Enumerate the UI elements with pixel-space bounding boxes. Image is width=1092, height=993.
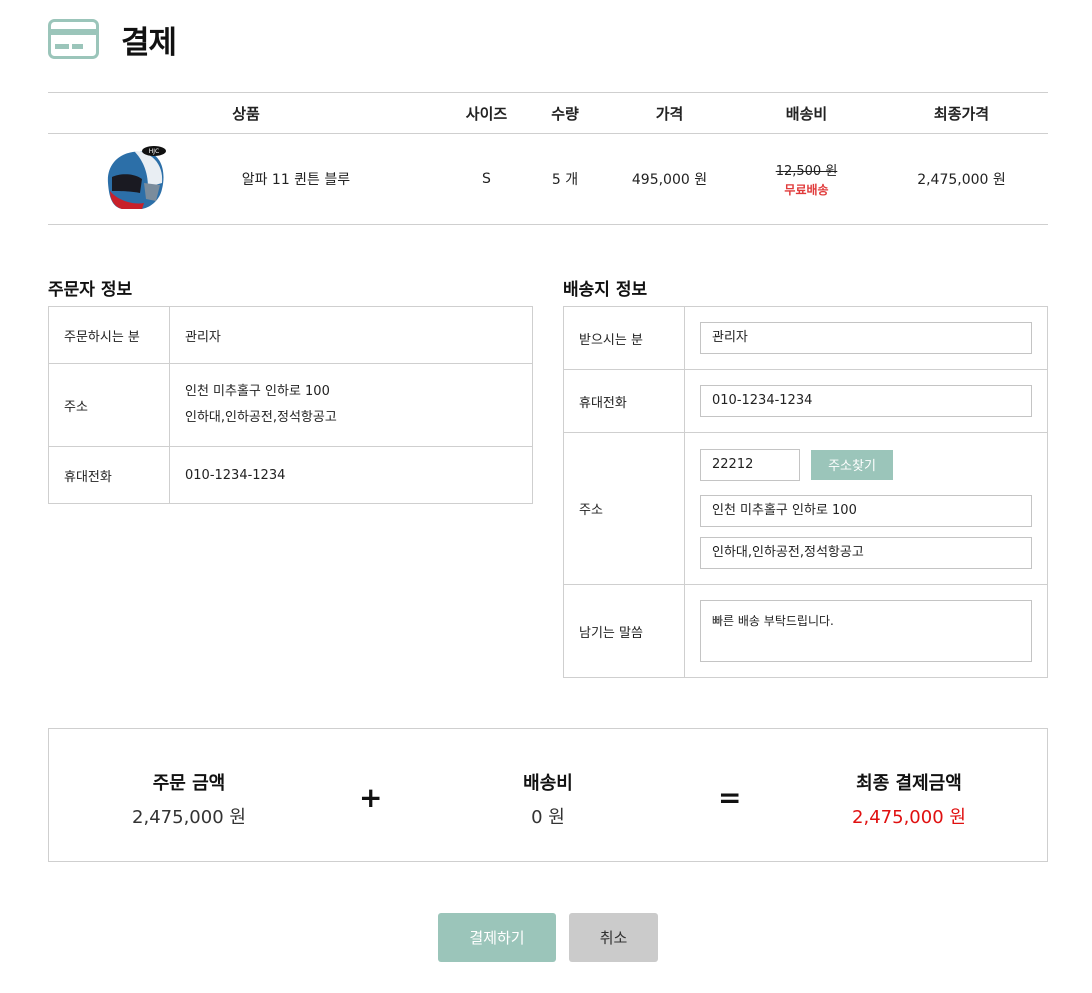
page-header: 결제 <box>48 18 177 61</box>
orderer-name-label: 주문하시는 분 <box>48 306 170 364</box>
shipping-row-phone: 휴대전화 010-1234-1234 <box>563 369 1048 433</box>
final-amount-block: 최종 결제금액 2,475,000 원 <box>799 769 1019 829</box>
final-amount-label: 최종 결제금액 <box>856 773 962 794</box>
plus-sign: + <box>359 781 383 814</box>
product-shipping: 12,500 원 무료배송 <box>738 133 875 225</box>
order-amount-value: 2,475,000 원 <box>132 807 246 828</box>
orderer-phone-value: 010-1234-1234 <box>169 446 533 504</box>
product-name[interactable]: 알파 11 퀸튼 블루 <box>217 133 444 225</box>
orderer-address-line1: 인천 미추홀구 인하로 100 <box>185 384 330 399</box>
product-size: S <box>444 133 529 225</box>
col-size: 사이즈 <box>444 92 529 134</box>
shipping-phone-input[interactable]: 010-1234-1234 <box>700 385 1032 417</box>
shipping-row-recipient: 받으시는 분 관리자 <box>563 306 1048 370</box>
shipping-address-label: 주소 <box>563 432 685 585</box>
zip-row: 22212 주소찾기 <box>700 448 1032 481</box>
recipient-input[interactable]: 관리자 <box>700 322 1032 354</box>
shipping-original-price: 12,500 원 <box>775 164 838 179</box>
order-amount-block: 주문 금액 2,475,000 원 <box>79 769 299 829</box>
free-shipping-label: 무료배송 <box>784 183 829 197</box>
col-final-price: 최종가격 <box>875 92 1048 134</box>
orderer-address-label: 주소 <box>48 363 170 447</box>
cart-table: 상품 사이즈 수량 가격 배송비 최종가격 HJC 알파 11 퀸튼 블루 S … <box>48 92 1048 225</box>
col-product: 상품 <box>48 92 444 134</box>
cart-item-row: HJC 알파 11 퀸튼 블루 S 5 개 495,000 원 12,500 원… <box>48 133 1048 225</box>
payment-summary: 주문 금액 2,475,000 원 + 배송비 0 원 = 최종 결제금액 2,… <box>48 728 1048 862</box>
col-price: 가격 <box>601 92 738 134</box>
shipping-table: 받으시는 분 관리자 휴대전화 010-1234-1234 주소 22212 주… <box>563 306 1048 678</box>
orderer-table: 주문하시는 분 관리자 주소 인천 미추홀구 인하로 100 인하대,인하공전,… <box>48 306 533 504</box>
page-title: 결제 <box>121 24 177 61</box>
shipping-row-message: 남기는 말씀 빠른 배송 부탁드립니다. <box>563 584 1048 678</box>
col-shipping: 배송비 <box>738 92 875 134</box>
product-image-cell: HJC <box>48 133 218 225</box>
orderer-row-phone: 휴대전화 010-1234-1234 <box>48 446 533 504</box>
pay-button[interactable]: 결제하기 <box>438 913 556 962</box>
shipping-fee-value: 0 원 <box>531 807 565 828</box>
shipping-phone-label: 휴대전화 <box>563 369 685 433</box>
orderer-phone-label: 휴대전화 <box>48 446 170 504</box>
orderer-address-value: 인천 미추홀구 인하로 100 인하대,인하공전,정석항공고 <box>169 363 533 447</box>
orderer-name-value: 관리자 <box>169 306 533 364</box>
orderer-address-line2: 인하대,인하공전,정석항공고 <box>185 410 337 425</box>
col-quantity: 수량 <box>529 92 601 134</box>
helmet-image[interactable]: HJC <box>98 143 168 215</box>
shipping-section-title: 배송지 정보 <box>563 280 648 300</box>
message-label: 남기는 말씀 <box>563 584 685 678</box>
address-line1-input[interactable]: 인천 미추홀구 인하로 100 <box>700 494 1032 527</box>
product-quantity: 5 개 <box>529 133 601 225</box>
zip-code-input[interactable]: 22212 <box>700 448 800 481</box>
product-final-price: 2,475,000 원 <box>875 133 1048 225</box>
final-amount-value: 2,475,000 원 <box>852 807 966 828</box>
svg-text:HJC: HJC <box>149 148 159 155</box>
shipping-fee-block: 배송비 0 원 <box>438 769 658 829</box>
equals-sign: = <box>718 781 742 814</box>
orderer-section-title: 주문자 정보 <box>48 280 133 300</box>
shipping-fee-label: 배송비 <box>523 773 573 794</box>
cancel-button[interactable]: 취소 <box>569 913 658 962</box>
message-textarea[interactable]: 빠른 배송 부탁드립니다. <box>700 600 1032 662</box>
credit-card-icon <box>48 19 99 59</box>
orderer-row-name: 주문하시는 분 관리자 <box>48 306 533 364</box>
shipping-row-address: 주소 22212 주소찾기 인천 미추홀구 인하로 100 인하대,인하공전,정… <box>563 432 1048 585</box>
cart-header-row: 상품 사이즈 수량 가격 배송비 최종가격 <box>48 92 1048 134</box>
recipient-label: 받으시는 분 <box>563 306 685 370</box>
address-line2-input[interactable]: 인하대,인하공전,정석항공고 <box>700 536 1032 569</box>
find-address-button[interactable]: 주소찾기 <box>811 449 893 480</box>
product-price: 495,000 원 <box>601 133 738 225</box>
orderer-row-address: 주소 인천 미추홀구 인하로 100 인하대,인하공전,정석항공고 <box>48 363 533 447</box>
order-amount-label: 주문 금액 <box>152 773 226 794</box>
